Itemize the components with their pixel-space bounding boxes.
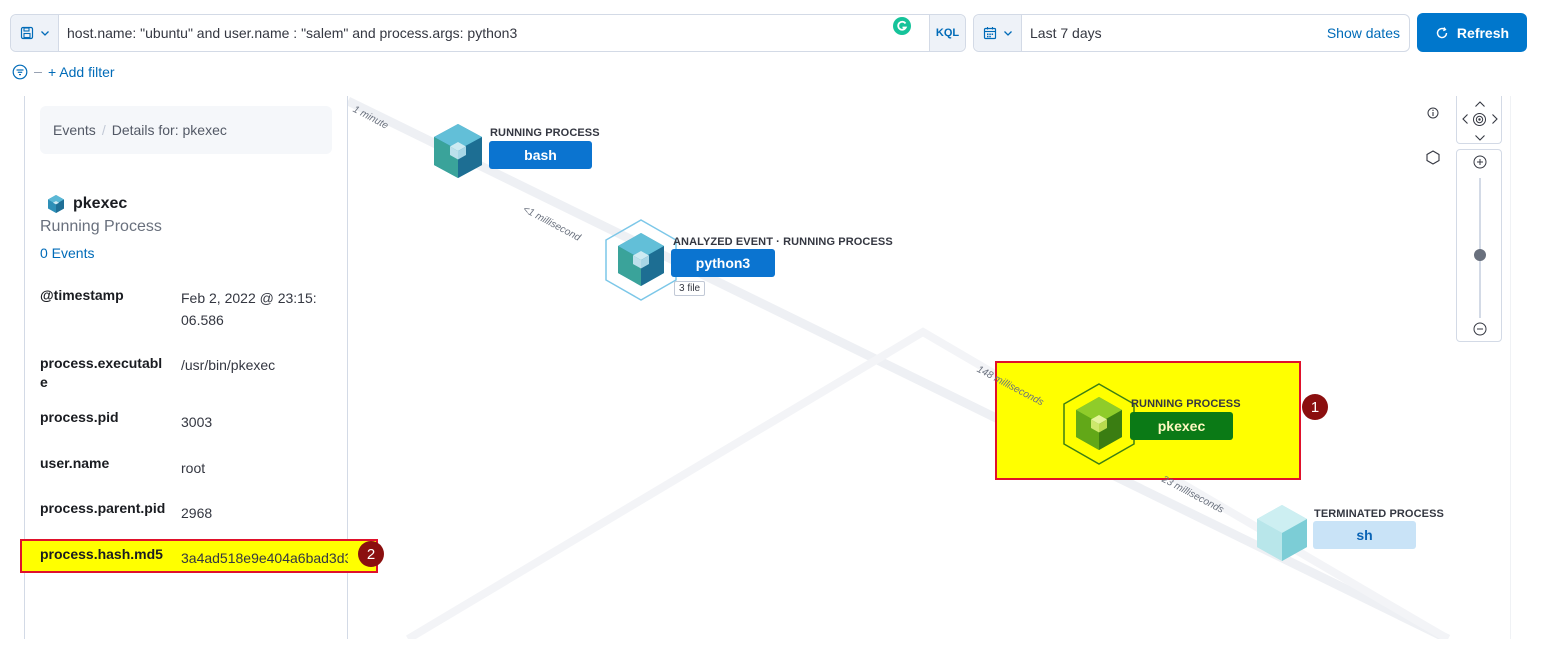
cube-icon	[48, 195, 64, 213]
chevron-right-icon[interactable]	[1491, 113, 1499, 125]
node-label: TERMINATED PROCESS	[1314, 508, 1444, 520]
related-events-pill[interactable]: 3 file	[674, 281, 706, 296]
field-key: process.executable	[40, 355, 163, 390]
chevron-down-icon[interactable]	[1474, 134, 1486, 142]
query-language-button[interactable]: KQL	[929, 15, 965, 51]
node-name: pkexec	[73, 195, 128, 212]
chevron-up-icon[interactable]	[1474, 100, 1486, 108]
field-key: process.hash.md5	[40, 546, 163, 562]
save-icon	[20, 26, 33, 40]
calendar-icon	[983, 27, 996, 40]
node-title: pkexec	[46, 194, 127, 214]
zoom-in-icon[interactable]	[1473, 155, 1487, 169]
saved-queries-button[interactable]	[11, 15, 59, 51]
field-key: process.parent.pid	[40, 500, 166, 516]
node-button-bash[interactable]: bash	[489, 141, 592, 169]
add-filter-button[interactable]: + Add filter	[48, 64, 115, 80]
filter-row: + Add filter	[12, 62, 115, 82]
process-node-icon[interactable]	[603, 217, 679, 303]
process-graph[interactable]	[348, 96, 1510, 639]
field-value: 3003	[181, 414, 213, 430]
field-value: root	[181, 460, 206, 476]
hexagon-icon[interactable]	[1426, 150, 1440, 165]
zoom-slider-thumb[interactable]	[1474, 249, 1486, 261]
annotation-badge: 1	[1302, 394, 1328, 420]
node-label: RUNNING PROCESS	[490, 127, 600, 139]
breadcrumb-details: Details for: pkexec	[111, 122, 227, 138]
field-value: 2968	[181, 505, 213, 521]
process-node-icon[interactable]	[1255, 503, 1309, 563]
date-range-text[interactable]: Last 7 days	[1022, 25, 1327, 41]
quick-menu-button[interactable]	[974, 15, 1022, 51]
field-key: @timestamp	[40, 287, 124, 303]
field-value: 3a4ad518e9e404a6bad3d39dfebaf2f8	[181, 550, 348, 566]
events-link[interactable]: 0 Events	[40, 245, 94, 261]
breadcrumb-events[interactable]: Events	[53, 122, 96, 138]
show-dates-link[interactable]: Show dates	[1327, 25, 1409, 41]
node-label: RUNNING PROCESS	[1131, 398, 1241, 410]
node-button-python3[interactable]: python3	[671, 249, 775, 277]
field-key: user.name	[40, 455, 110, 471]
field-key: process.pid	[40, 409, 119, 425]
field-value: /usr/bin/pkexec	[181, 357, 276, 373]
node-button-sh[interactable]: sh	[1313, 521, 1416, 549]
zoom-controls	[1456, 149, 1502, 342]
refresh-label: Refresh	[1456, 24, 1510, 41]
filter-icon[interactable]	[12, 64, 28, 80]
process-node-icon[interactable]	[432, 122, 484, 180]
breadcrumb-separator: /	[101, 122, 106, 138]
center-icon[interactable]	[1472, 112, 1487, 127]
grammarly-icon[interactable]	[893, 17, 911, 35]
date-picker: Last 7 days Show dates	[973, 14, 1410, 52]
chevron-down-icon	[40, 31, 49, 36]
zoom-slider[interactable]	[1479, 178, 1481, 318]
pan-controls	[1456, 96, 1502, 144]
divider	[1510, 96, 1511, 639]
node-label: ANALYZED EVENT · RUNNING PROCESS	[673, 236, 893, 248]
resolver-panel: Events / Details for: pkexec pkexec Runn…	[0, 96, 1531, 639]
breadcrumb: Events / Details for: pkexec	[40, 106, 332, 154]
chevron-down-icon	[1003, 31, 1012, 36]
node-state: Running Process	[40, 218, 162, 235]
query-bar: host.name: "ubuntu" and user.name : "sal…	[10, 14, 966, 52]
node-button-pkexec[interactable]: pkexec	[1130, 412, 1233, 440]
graph-controls	[1456, 96, 1502, 342]
refresh-icon	[1436, 26, 1448, 38]
zoom-out-icon[interactable]	[1473, 322, 1487, 336]
refresh-button[interactable]: Refresh	[1417, 13, 1527, 52]
field-value: Feb 2, 2022 @ 23:15:​06.586	[181, 290, 317, 328]
chevron-left-icon[interactable]	[1461, 113, 1469, 125]
graph-edges	[348, 96, 1451, 639]
search-input[interactable]: host.name: "ubuntu" and user.name : "sal…	[59, 25, 929, 41]
process-node-icon[interactable]	[1061, 381, 1137, 467]
filter-divider	[34, 71, 42, 73]
info-icon[interactable]	[1427, 107, 1439, 119]
